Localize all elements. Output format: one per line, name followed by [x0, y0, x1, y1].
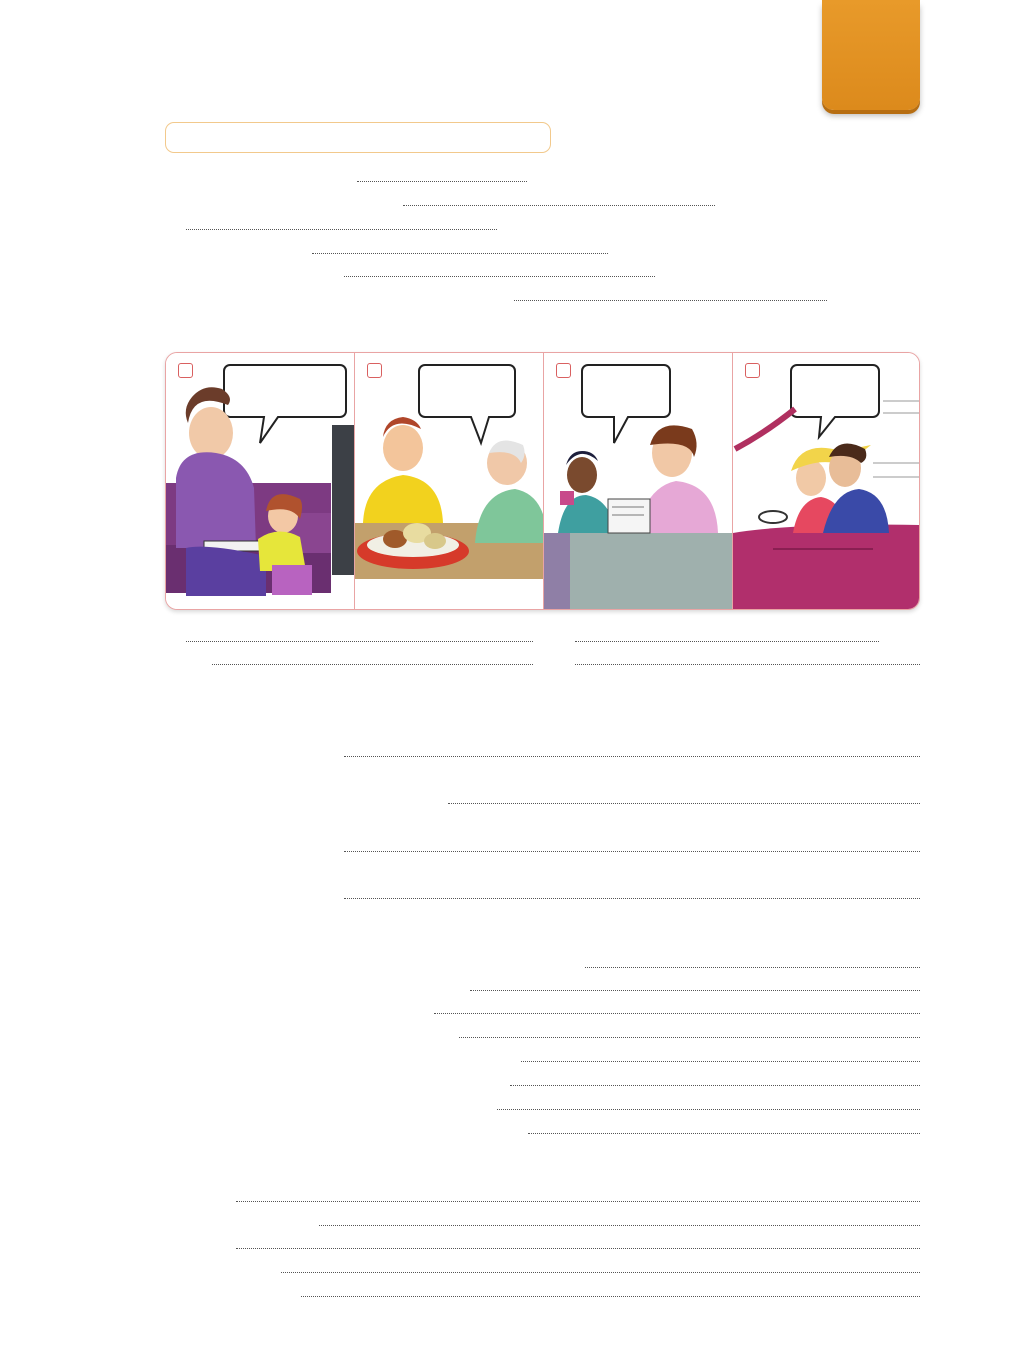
answer-line[interactable] [470, 990, 920, 991]
answer-line[interactable] [344, 851, 920, 852]
comic-panel-2 [355, 353, 544, 609]
comic-strip [165, 352, 920, 610]
comic-panel-3 [544, 353, 733, 609]
answer-line[interactable] [403, 205, 715, 206]
answer-line[interactable] [514, 300, 827, 301]
panel-4-checkbox[interactable] [745, 363, 760, 378]
panel-2-illustration [355, 353, 543, 609]
exercise-title-box [165, 122, 551, 153]
answer-line[interactable] [212, 664, 533, 665]
panel-3-illustration [544, 353, 732, 609]
answer-line[interactable] [459, 1037, 920, 1038]
answer-line[interactable] [319, 1225, 920, 1226]
answer-line[interactable] [448, 803, 920, 804]
panel-1-illustration [166, 353, 354, 609]
answer-line[interactable] [344, 898, 920, 899]
panel-1-checkbox[interactable] [178, 363, 193, 378]
panel-3-checkbox[interactable] [556, 363, 571, 378]
answer-line[interactable] [585, 967, 920, 968]
answer-line[interactable] [575, 664, 920, 665]
comic-panel-4 [733, 353, 919, 609]
panel-2-checkbox[interactable] [367, 363, 382, 378]
answer-line[interactable] [575, 641, 879, 642]
answer-line[interactable] [281, 1272, 920, 1273]
answer-line[interactable] [236, 1248, 920, 1249]
section-tab [822, 0, 920, 110]
answer-line[interactable] [236, 1201, 920, 1202]
answer-line[interactable] [510, 1085, 920, 1086]
answer-line[interactable] [521, 1061, 920, 1062]
answer-line[interactable] [186, 229, 497, 230]
panel-4-illustration [733, 353, 919, 609]
answer-line[interactable] [528, 1133, 920, 1134]
answer-line[interactable] [301, 1296, 920, 1297]
answer-line[interactable] [497, 1109, 920, 1110]
answer-line[interactable] [344, 276, 655, 277]
answer-line[interactable] [357, 181, 527, 182]
answer-line[interactable] [186, 641, 533, 642]
answer-line[interactable] [434, 1013, 920, 1014]
comic-panel-1 [166, 353, 355, 609]
answer-line[interactable] [312, 253, 608, 254]
answer-line[interactable] [344, 756, 920, 757]
